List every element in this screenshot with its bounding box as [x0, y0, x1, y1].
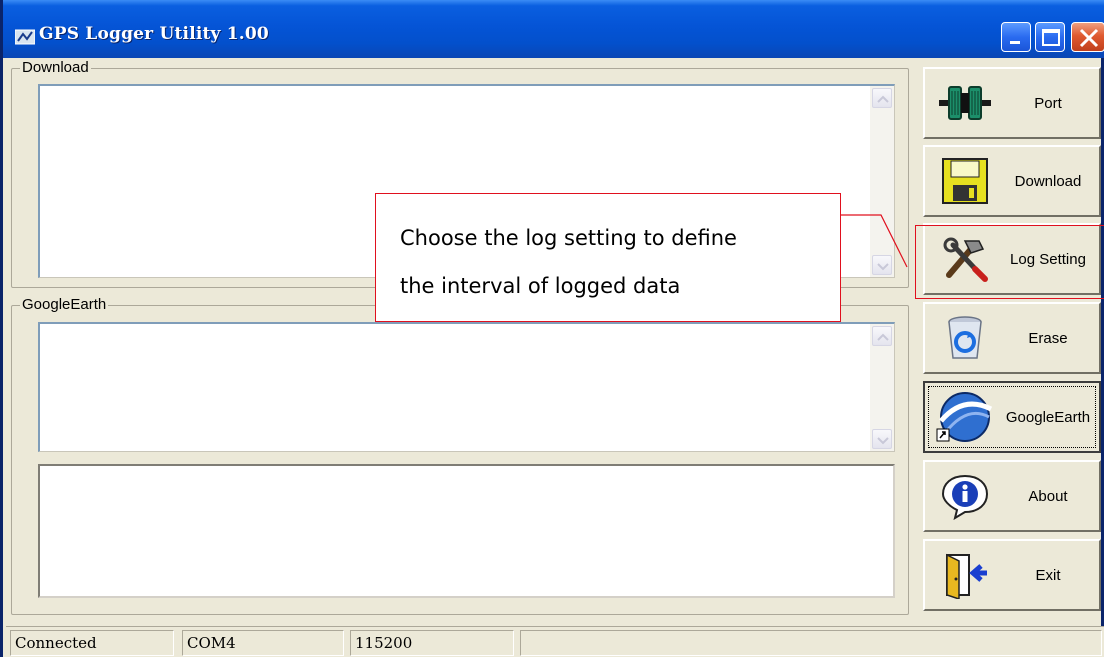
close-icon	[1079, 28, 1099, 48]
port-button-label: Port	[1034, 95, 1062, 112]
status-extra	[520, 630, 1102, 656]
window-title: GPS Logger Utility 1.00	[39, 24, 269, 44]
download-button[interactable]: Download	[923, 145, 1101, 217]
maximize-icon	[1042, 29, 1060, 46]
status-baud: 115200	[350, 630, 514, 656]
googleearth-scrollbar[interactable]	[870, 324, 894, 451]
app-window: GPS Logger Utility 1.00 Download GoogleE…	[0, 0, 1104, 657]
callout-pointer	[841, 214, 908, 268]
googleearth-textarea[interactable]	[38, 322, 895, 452]
minimize-icon	[1010, 41, 1020, 44]
title-bar[interactable]: GPS Logger Utility 1.00	[3, 0, 1104, 58]
callout-line-2: the interval of logged data	[400, 274, 681, 298]
google-earth-icon	[936, 392, 993, 442]
googleearth-button-label: GoogleEarth	[1005, 409, 1091, 426]
about-button-label: About	[1028, 488, 1068, 505]
about-button[interactable]: About	[923, 460, 1101, 532]
scroll-up-button[interactable]	[872, 326, 892, 346]
maximize-button[interactable]	[1035, 22, 1065, 52]
callout-annotation: Choose the log setting to define the int…	[375, 193, 841, 322]
close-button[interactable]	[1071, 22, 1104, 52]
erase-button-label: Erase	[1028, 330, 1068, 347]
erase-button[interactable]: Erase	[923, 302, 1101, 374]
callout-text: Choose the log setting to define the int…	[400, 214, 830, 310]
port-button[interactable]: Port	[923, 67, 1101, 139]
scroll-up-button[interactable]	[872, 88, 892, 108]
callout-line-1: Choose the log setting to define	[400, 226, 737, 250]
chevron-up-icon	[877, 95, 889, 103]
callout-highlight-box	[915, 225, 1104, 299]
download-group-label: Download	[20, 59, 91, 76]
recycle-bin-icon	[948, 316, 982, 359]
googleearth-group-label: GoogleEarth	[20, 296, 109, 313]
download-button-label: Download	[1014, 173, 1082, 190]
status-bar: Connected COM4 115200	[6, 626, 1104, 657]
exit-button-label: Exit	[1035, 567, 1061, 584]
info-icon	[941, 474, 989, 520]
output-textarea[interactable]	[38, 464, 895, 598]
floppy-disk-icon	[942, 158, 988, 204]
app-icon	[15, 29, 35, 45]
exit-button[interactable]: Exit	[923, 539, 1101, 611]
status-connection: Connected	[10, 630, 174, 656]
scroll-down-button[interactable]	[872, 429, 892, 449]
chevron-up-icon	[877, 333, 889, 341]
minimize-button[interactable]	[1001, 22, 1031, 52]
googleearth-button[interactable]: GoogleEarth	[923, 381, 1101, 453]
chevron-down-icon	[877, 437, 889, 445]
port-connector-icon	[939, 86, 991, 120]
status-port: COM4	[182, 630, 344, 656]
exit-door-icon	[946, 553, 987, 599]
